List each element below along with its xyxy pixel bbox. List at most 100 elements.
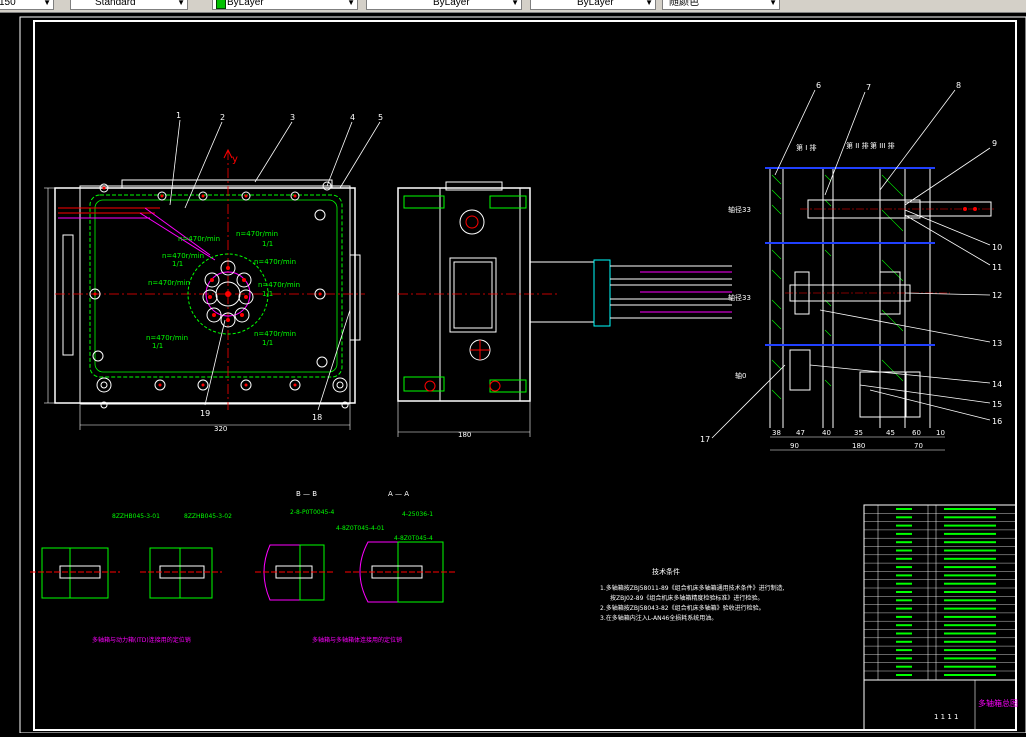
chevron-down-icon: ▼ — [347, 0, 355, 7]
balloon-9: 9 — [992, 139, 997, 148]
balloon-2: 2 — [220, 113, 225, 122]
chevron-down-icon: ▼ — [645, 0, 653, 7]
note-line: 3.在多轴箱内注入L-AN46全损耗系统用油。 — [600, 614, 717, 622]
detail-label: 4-8Z0T045-4-01 — [336, 525, 385, 532]
part-row-mark — [896, 574, 912, 577]
part-row-mark — [896, 591, 912, 593]
part-row-mark — [896, 674, 912, 676]
drawing-canvas[interactable]: y n=470r/min n=470r/min n=470r/min n=470… — [0, 13, 1026, 734]
side-view[interactable]: 180 — [397, 181, 732, 439]
balloon-16: 16 — [992, 417, 1002, 426]
dim-label: 38 — [772, 429, 781, 437]
properties-toolbar: 150 ▼ Standard ▼ ByLayer ▼ ByLayer ▼ ByLayer… — [0, 0, 1026, 13]
column-label: 第 II 排 — [846, 141, 869, 150]
balloon-3: 3 — [290, 113, 295, 122]
balloon-6: 6 — [816, 81, 821, 90]
balloon-11: 11 — [992, 263, 1002, 272]
part-row-mark — [896, 640, 912, 643]
chevron-down-icon: ▼ — [511, 0, 519, 7]
part-row-mark — [896, 508, 912, 510]
speed-label: n=470r/min — [178, 235, 220, 243]
color-combo[interactable]: 随颜色 ▼ — [662, 0, 780, 10]
technical-notes: 技术条件 1.多轴箱按ZBJ58011-89《组合机床多轴箱通用技术条件》进行制… — [600, 567, 785, 622]
part-row-mark — [944, 591, 996, 593]
dim-label: 180 — [852, 442, 865, 450]
speed-label: n=470r/min — [148, 279, 190, 287]
detail-label: 8ZZHB045-3-01 — [112, 513, 160, 520]
detail-label: 8ZZHB045-3-02 — [184, 513, 232, 520]
part-row-mark — [896, 549, 912, 552]
svg-text:n=470r/min: n=470r/min — [254, 330, 296, 338]
part-row-mark — [896, 624, 912, 627]
balloon-5: 5 — [378, 113, 383, 122]
part-row-mark — [944, 599, 996, 602]
scale-combo[interactable]: 150 ▼ — [0, 0, 54, 10]
note-line: 按ZBJ02-89《组合机床多轴箱精度检验标准》进行检验。 — [610, 594, 763, 602]
part-row-mark — [896, 599, 912, 602]
part-row-mark — [896, 657, 912, 660]
balloon-15: 15 — [992, 400, 1002, 409]
cad-drawing[interactable]: y n=470r/min n=470r/min n=470r/min n=470… — [0, 13, 1026, 734]
layer-combo[interactable]: ByLayer ▼ — [212, 0, 358, 10]
color-swatch-icon — [216, 0, 226, 9]
dim-width: 320 — [214, 425, 227, 433]
notes-title: 技术条件 — [652, 567, 680, 576]
ratio-label: 1/1 — [152, 342, 163, 350]
balloon-19: 19 — [200, 409, 210, 418]
caption-right: 多轴箱与多轴箱体连接用的定位销 — [312, 636, 402, 644]
title-block-name: 多轴箱总图 — [978, 698, 1018, 708]
part-row-mark — [944, 541, 996, 544]
dim-label: 90 — [790, 442, 799, 450]
part-row-mark — [944, 640, 996, 643]
parts-list[interactable]: 多轴箱总图 1 1 1 1 — [863, 504, 1018, 731]
speed-label: n=470r/min — [258, 281, 300, 289]
dim-side: 180 — [458, 431, 471, 439]
dim-label: 60 — [912, 429, 921, 437]
balloon-14: 14 — [992, 380, 1002, 389]
shaft-label: 轴径33 — [728, 293, 751, 302]
part-row-mark — [944, 607, 996, 610]
part-row-mark — [944, 632, 996, 635]
part-row-mark — [944, 557, 996, 560]
spindle-section-view[interactable]: 第 I 排 第 II 排 第 III 排 轴径33 轴径33 轴0 6 7 8 … — [700, 81, 1002, 451]
balloon-18: 18 — [312, 413, 322, 422]
part-row-mark — [944, 657, 996, 660]
column-label: 第 I 排 — [796, 143, 817, 152]
dim-label: 45 — [886, 429, 895, 437]
part-row-mark — [896, 607, 912, 610]
detail-label: 4-25036-1 — [402, 511, 433, 518]
balloon-7: 7 — [866, 83, 871, 92]
balloon-17: 17 — [700, 435, 710, 444]
part-row-mark — [944, 532, 996, 535]
balloon-1: 1 — [176, 111, 181, 120]
part-row-mark — [896, 516, 912, 519]
balloon-8: 8 — [956, 81, 961, 90]
part-row-mark — [944, 615, 996, 618]
dim-label: 47 — [796, 429, 805, 437]
dimstyle-combo[interactable]: Standard ▼ — [70, 0, 188, 10]
part-row-mark — [944, 549, 996, 552]
part-row-mark — [944, 649, 996, 652]
speed-label: n=470r/min — [254, 258, 296, 266]
dim-label: 35 — [854, 429, 863, 437]
part-row-mark — [896, 615, 912, 618]
note-line: 1.多轴箱按ZBJ58011-89《组合机床多轴箱通用技术条件》进行制造, — [600, 584, 785, 592]
svg-text:n=470r/min: n=470r/min — [146, 334, 188, 342]
part-row-mark — [944, 665, 996, 668]
section-aa-label: A — A — [388, 490, 409, 498]
caption-left: 多轴箱与动力箱(ITD)连接用的定位销 — [92, 636, 191, 644]
title-block-code: 1 1 1 1 — [934, 713, 959, 721]
dim-label: 40 — [822, 429, 831, 437]
balloon-10: 10 — [992, 243, 1002, 252]
shaft-label: 轴径33 — [728, 205, 751, 214]
front-view[interactable]: y n=470r/min n=470r/min n=470r/min n=470… — [44, 111, 383, 433]
linetype-combo[interactable]: ByLayer ▼ — [366, 0, 522, 10]
chevron-down-icon: ▼ — [43, 0, 51, 7]
ratio-label: 1/1 — [262, 240, 273, 248]
note-line: 2.多轴箱按ZBJ58043-82《组合机床多轴箱》验收进行检验。 — [600, 604, 765, 612]
detail-views[interactable]: B — B A — A 8ZZHB045-3-01 8ZZHB045-3-02 … — [30, 490, 455, 644]
lineweight-combo[interactable]: ByLayer ▼ — [530, 0, 656, 10]
part-row-mark — [944, 574, 996, 577]
balloon-13: 13 — [992, 339, 1002, 348]
drawing-frame — [33, 20, 1017, 731]
